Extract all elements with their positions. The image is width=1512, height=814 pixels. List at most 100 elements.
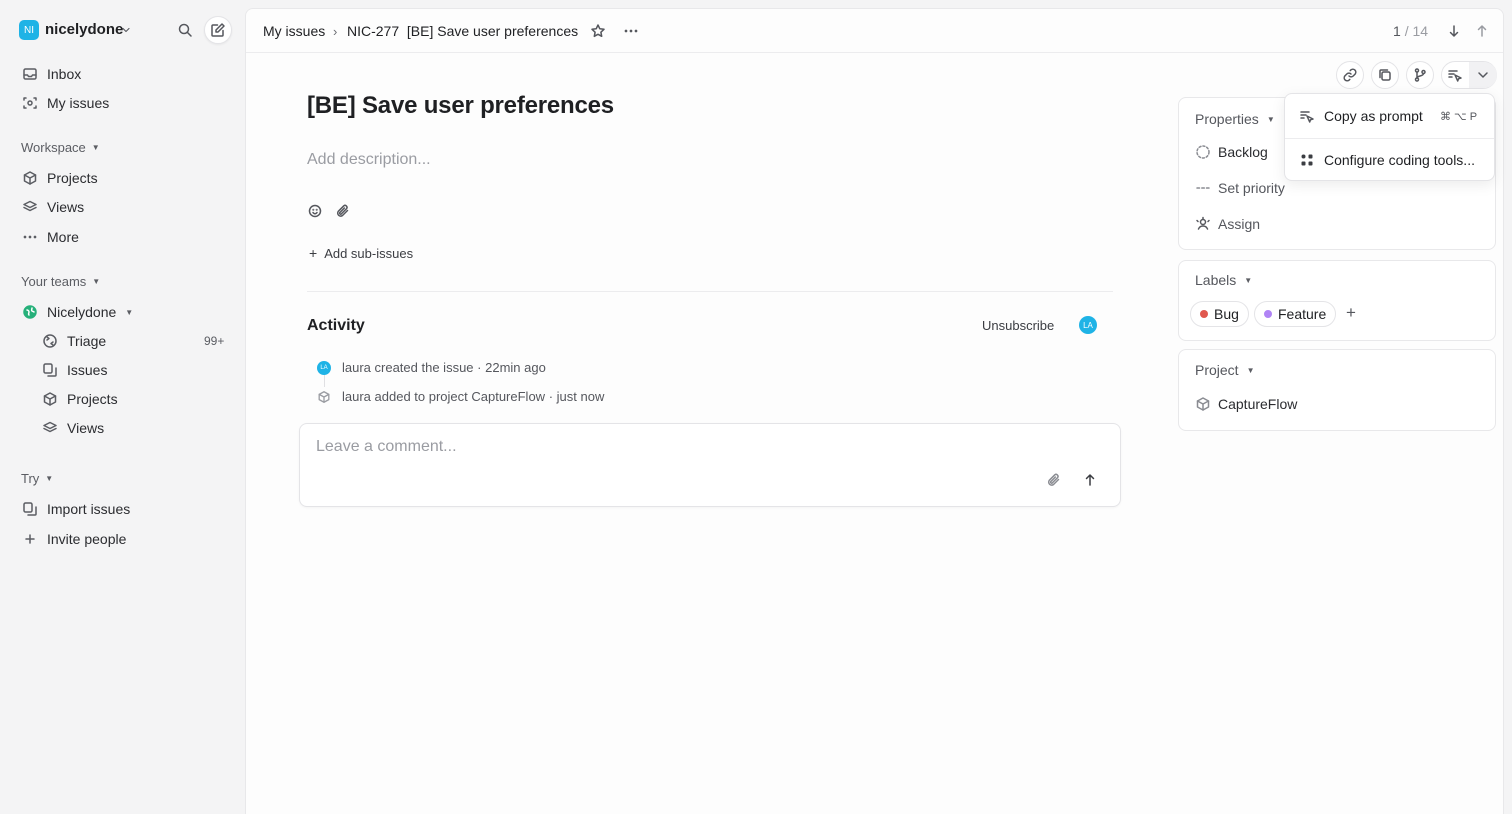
sidebar-item-team-nicelydone[interactable]: Nicelydone ▼ <box>22 300 133 324</box>
cube-icon <box>42 391 58 407</box>
label-color-dot <box>1264 310 1272 318</box>
emoji-reaction-icon[interactable] <box>307 203 323 219</box>
copy-branch-button[interactable] <box>1406 61 1434 89</box>
sidebar-item-invite-people[interactable]: Invite people <box>22 527 126 551</box>
subscriber-avatar[interactable]: LA <box>1079 316 1097 334</box>
sidebar-item-label: Views <box>47 199 85 215</box>
project-property[interactable]: CaptureFlow <box>1195 396 1297 412</box>
workspace-name: nicelydone <box>45 21 124 38</box>
issue-actions <box>1336 61 1497 89</box>
ellipsis-icon <box>22 229 38 245</box>
sidebar: NI nicelydone Inbox My issues Workspace ▼… <box>0 0 244 814</box>
unsubscribe-button[interactable]: Unsubscribe <box>982 318 1054 333</box>
add-sub-issues-button[interactable]: + Add sub-issues <box>309 245 413 261</box>
sidebar-item-projects[interactable]: Projects <box>22 166 98 190</box>
menu-item-configure-coding-tools[interactable]: Configure coding tools... <box>1299 152 1475 168</box>
panel-heading: Labels <box>1195 272 1237 288</box>
add-label-button[interactable]: + <box>1346 303 1356 323</box>
labels-header[interactable]: Labels ▼ <box>1195 272 1252 288</box>
issue-title[interactable]: [BE] Save user preferences <box>307 92 614 120</box>
breadcrumb-issue[interactable]: NIC-277 [BE] Save user preferences <box>347 23 578 39</box>
send-arrow-icon[interactable] <box>1082 472 1098 488</box>
sidebar-item-label: Issues <box>67 362 108 378</box>
sidebar-item-team-projects[interactable]: Projects <box>42 387 118 411</box>
paperclip-icon[interactable] <box>1046 472 1062 488</box>
activity-event: laura added to project CaptureFlow · jus… <box>317 389 604 404</box>
star-icon[interactable] <box>590 23 606 39</box>
pager-total: / 14 <box>1404 23 1429 39</box>
caret-down-icon: ▼ <box>1246 365 1255 375</box>
project-header[interactable]: Project ▼ <box>1195 362 1255 378</box>
activity-event: LA laura created the issue · 22min ago <box>317 360 546 375</box>
sidebar-item-import-issues[interactable]: Import issues <box>22 497 130 521</box>
caret-down-icon: ▼ <box>125 307 134 317</box>
sidebar-item-views[interactable]: Views <box>22 195 84 219</box>
backlog-status-icon <box>1195 144 1211 160</box>
comment-input[interactable] <box>316 438 1016 456</box>
copy-prompt-button[interactable] <box>1441 62 1469 88</box>
activity-heading: Activity <box>307 317 365 334</box>
shortcut-hint: ⌘ ⌥ P <box>1440 111 1478 123</box>
sidebar-item-label: My issues <box>47 95 110 111</box>
sidebar-item-more[interactable]: More <box>22 225 79 249</box>
comment-composer <box>299 423 1121 507</box>
pager-current: 1 <box>1393 23 1401 39</box>
team-globe-icon <box>22 304 38 320</box>
target-icon <box>22 95 38 111</box>
issue-topbar: My issues › NIC-277 [BE] Save user prefe… <box>246 9 1503 53</box>
description-placeholder[interactable]: Add description... <box>307 151 431 169</box>
section-workspace[interactable]: Workspace ▼ <box>21 140 100 155</box>
no-priority-icon <box>1195 180 1211 196</box>
label-color-dot <box>1200 310 1208 318</box>
triage-icon <box>42 333 58 349</box>
copy-id-button[interactable] <box>1371 61 1399 89</box>
event-time: just now <box>556 389 605 404</box>
sidebar-item-label: Inbox <box>47 66 82 82</box>
panel-heading: Properties <box>1195 111 1259 127</box>
status-property[interactable]: Backlog <box>1195 144 1268 160</box>
arrow-down-icon[interactable] <box>1446 23 1462 39</box>
caret-down-icon: ▼ <box>1244 275 1253 285</box>
sidebar-item-triage[interactable]: Triage <box>42 329 106 353</box>
assignee-property[interactable]: Assign <box>1195 216 1260 232</box>
section-try[interactable]: Try ▼ <box>21 471 53 486</box>
label-chip-bug[interactable]: Bug <box>1190 301 1249 327</box>
sidebar-item-my-issues[interactable]: My issues <box>22 91 109 115</box>
layers-icon <box>42 420 58 436</box>
activity-timeline-line <box>324 373 325 387</box>
chevron-down-icon <box>1469 62 1497 88</box>
caret-down-icon: ▼ <box>91 143 100 152</box>
menu-item-copy-as-prompt[interactable]: Copy as prompt <box>1299 108 1423 124</box>
breadcrumb-separator-icon: › <box>333 24 338 39</box>
paperclip-icon[interactable] <box>335 203 351 219</box>
priority-property[interactable]: Set priority <box>1195 180 1285 196</box>
link-icon <box>1342 67 1358 83</box>
new-issue-button[interactable] <box>204 16 232 44</box>
prompt-icon <box>1441 62 1469 88</box>
more-options-icon[interactable] <box>623 23 639 39</box>
git-branch-icon <box>1412 67 1428 83</box>
properties-header[interactable]: Properties ▼ <box>1195 111 1275 127</box>
sidebar-item-label: Projects <box>67 391 118 407</box>
copy-icon <box>1377 67 1393 83</box>
sidebar-item-label: Nicelydone <box>47 304 117 320</box>
assignee-icon <box>1195 216 1211 232</box>
event-separator: · <box>548 389 554 404</box>
copy-link-button[interactable] <box>1336 61 1364 89</box>
breadcrumb-my-issues[interactable]: My issues <box>263 23 325 39</box>
search-icon[interactable] <box>177 22 193 38</box>
sidebar-item-label: Triage <box>67 333 107 349</box>
copy-prompt-menu-toggle[interactable] <box>1469 62 1497 88</box>
add-sub-issues-label: Add sub-issues <box>324 245 414 261</box>
arrow-up-icon[interactable] <box>1474 23 1490 39</box>
section-your-teams[interactable]: Your teams ▼ <box>21 274 100 289</box>
event-time: 22min ago <box>485 360 546 375</box>
import-icon <box>22 501 38 517</box>
label-chip-feature[interactable]: Feature <box>1254 301 1337 327</box>
sidebar-item-inbox[interactable]: Inbox <box>22 62 81 86</box>
sidebar-item-issues[interactable]: Issues <box>42 358 107 382</box>
triage-count-badge: 99+ <box>204 334 225 348</box>
section-label: Your teams <box>21 274 87 289</box>
panel-heading: Project <box>1195 362 1239 378</box>
sidebar-item-team-views[interactable]: Views <box>42 416 104 440</box>
